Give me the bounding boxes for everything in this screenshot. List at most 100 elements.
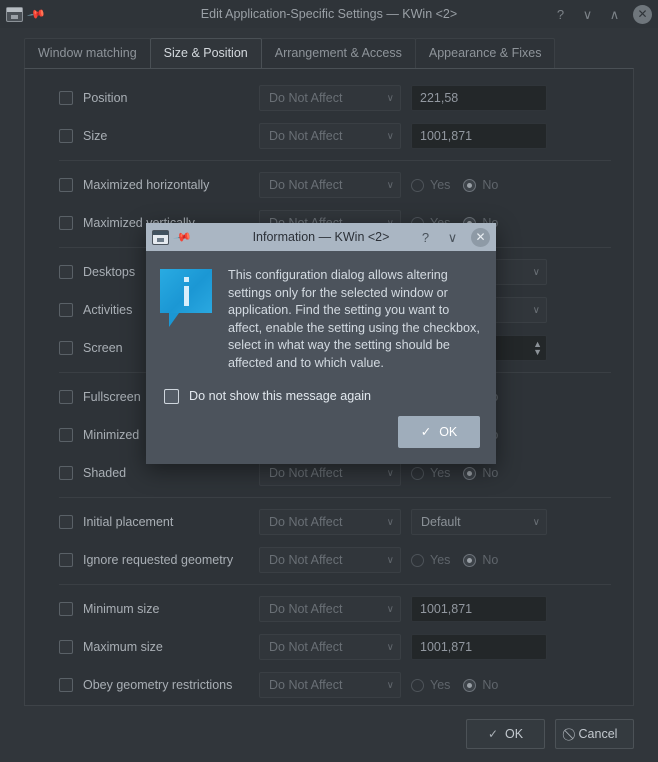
rule-combo-ignore-requested-geometry[interactable]: Do Not Affect ∨ — [259, 547, 401, 573]
dont-show-again-checkbox-row[interactable]: Do not show this message again — [146, 387, 496, 404]
tab-appearance-fixes[interactable]: Appearance & Fixes — [414, 38, 556, 68]
radio-yes-label: Yes — [430, 178, 451, 192]
help-icon[interactable]: ? — [417, 229, 434, 246]
rule-combo-minimum-size[interactable]: Do Not Affect ∨ — [259, 596, 401, 622]
rule-combo-size[interactable]: Do Not Affect ∨ — [259, 123, 401, 149]
titlebar-left-icons: 📌 — [6, 4, 96, 24]
window-icon[interactable] — [152, 229, 169, 245]
check-icon: ✓ — [420, 425, 432, 440]
info-icon-stem — [184, 286, 189, 306]
label-initial-placement: Initial placement — [83, 515, 174, 529]
chevron-down-icon: ∨ — [532, 304, 540, 316]
radio-group-shaded: Yes No — [411, 466, 547, 480]
value-text: Default — [421, 515, 461, 529]
rule-combo-value: Do Not Affect — [269, 515, 343, 529]
value-input-minimum-size[interactable]: 1001,871 — [411, 596, 547, 622]
radio-yes[interactable]: Yes — [411, 678, 450, 692]
rule-combo-shaded[interactable]: Do Not Affect ∨ — [259, 460, 401, 486]
radio-no[interactable]: No — [463, 178, 498, 192]
window-icon[interactable] — [6, 6, 23, 22]
checkbox-maximum-size[interactable] — [59, 640, 73, 654]
row-label-position: Position — [59, 91, 259, 105]
checkbox-position[interactable] — [59, 91, 73, 105]
information-dialog-footer: ✓ OK — [146, 404, 496, 464]
radio-yes-label: Yes — [430, 678, 451, 692]
row-position: Position Do Not Affect ∨ 221,58 — [59, 79, 611, 117]
close-icon[interactable]: ✕ — [471, 227, 490, 247]
minimize-icon[interactable]: ∨ — [579, 6, 596, 23]
radio-no-label: No — [482, 678, 499, 692]
row-label-maximum-size: Maximum size — [59, 640, 259, 654]
pin-icon[interactable]: 📌 — [172, 227, 192, 247]
chevron-down-icon: ∨ — [386, 554, 394, 566]
row-maximized-horizontally: Maximized horizontally Do Not Affect ∨ Y… — [59, 166, 611, 204]
row-label-maximized-horizontally: Maximized horizontally — [59, 178, 259, 192]
ok-button[interactable]: ✓ OK — [466, 719, 545, 749]
rule-combo-maximized-horizontally[interactable]: Do Not Affect ∨ — [259, 172, 401, 198]
checkbox-desktops[interactable] — [59, 265, 73, 279]
dont-show-again-checkbox[interactable] — [164, 388, 179, 404]
information-titlebar-buttons: ? ∨ ✕ — [417, 227, 490, 247]
checkbox-shaded[interactable] — [59, 466, 73, 480]
checkbox-maximized-horizontally[interactable] — [59, 178, 73, 192]
tab-window-matching[interactable]: Window matching — [24, 38, 151, 68]
value-input-maximum-size[interactable]: 1001,871 — [411, 634, 547, 660]
checkbox-activities[interactable] — [59, 303, 73, 317]
label-shaded: Shaded — [83, 466, 127, 480]
value-input-size[interactable]: 1001,871 — [411, 123, 547, 149]
rule-combo-initial-placement[interactable]: Do Not Affect ∨ — [259, 509, 401, 535]
value-input-position[interactable]: 221,58 — [411, 85, 547, 111]
rule-combo-obey-geometry-restrictions[interactable]: Do Not Affect ∨ — [259, 672, 401, 698]
radio-yes-label: Yes — [430, 553, 451, 567]
information-dialog-message: This configuration dialog allows alterin… — [228, 268, 480, 370]
maximize-icon[interactable]: ∧ — [606, 6, 623, 23]
radio-yes[interactable]: Yes — [411, 178, 450, 192]
spinner-arrows-icon[interactable]: ▲ ▼ — [533, 340, 542, 357]
row-label-initial-placement: Initial placement — [59, 515, 259, 529]
tab-size-position[interactable]: Size & Position — [149, 38, 262, 68]
checkbox-fullscreen[interactable] — [59, 390, 73, 404]
help-icon[interactable]: ? — [552, 6, 569, 23]
information-ok-button[interactable]: ✓ OK — [398, 415, 480, 448]
chevron-down-icon: ∨ — [386, 641, 394, 653]
info-icon-dot — [184, 277, 189, 282]
minimize-icon[interactable]: ∨ — [444, 229, 461, 246]
checkbox-initial-placement[interactable] — [59, 515, 73, 529]
close-icon[interactable]: ✕ — [633, 4, 652, 24]
radio-group-maximized-horizontally: Yes No — [411, 178, 547, 192]
information-titlebar-left-icons: 📌 — [152, 227, 242, 247]
checkbox-maximized-vertically[interactable] — [59, 216, 73, 230]
radio-group-ignore-requested-geometry: Yes No — [411, 553, 547, 567]
checkbox-screen[interactable] — [59, 341, 73, 355]
radio-no-label: No — [482, 178, 499, 192]
checkbox-minimized[interactable] — [59, 428, 73, 442]
checkbox-obey-geometry-restrictions[interactable] — [59, 678, 73, 692]
label-obey-geometry-restrictions: Obey geometry restrictions — [83, 678, 233, 692]
information-dialog-titlebar: 📌 Information — KWin <2> ? ∨ ✕ — [146, 223, 496, 251]
radio-no[interactable]: No — [463, 678, 498, 692]
rule-combo-maximum-size[interactable]: Do Not Affect ∨ — [259, 634, 401, 660]
checkbox-minimum-size[interactable] — [59, 602, 73, 616]
row-label-minimum-size: Minimum size — [59, 602, 259, 616]
radio-no-label: No — [482, 466, 499, 480]
tab-bar: Window matching Size & Position Arrangem… — [0, 28, 658, 68]
radio-yes[interactable]: Yes — [411, 466, 450, 480]
rule-combo-position[interactable]: Do Not Affect ∨ — [259, 85, 401, 111]
information-dialog: 📌 Information — KWin <2> ? ∨ ✕ This conf… — [146, 223, 496, 464]
tab-arrangement-access[interactable]: Arrangement & Access — [260, 38, 416, 68]
radio-no[interactable]: No — [463, 466, 498, 480]
label-position: Position — [83, 91, 128, 105]
row-initial-placement: Initial placement Do Not Affect ∨ Defaul… — [59, 503, 611, 541]
radio-no[interactable]: No — [463, 553, 498, 567]
rule-combo-value: Do Not Affect — [269, 602, 343, 616]
checkbox-size[interactable] — [59, 129, 73, 143]
chevron-down-icon: ∨ — [386, 467, 394, 479]
radio-yes[interactable]: Yes — [411, 553, 450, 567]
cancel-button[interactable]: ⃠ Cancel — [555, 719, 634, 749]
row-size: Size Do Not Affect ∨ 1001,871 — [59, 117, 611, 155]
radio-group-obey-geometry-restrictions: Yes No — [411, 678, 547, 692]
value-combo-initial-placement[interactable]: Default ∨ — [411, 509, 547, 535]
pin-icon[interactable]: 📌 — [26, 4, 46, 24]
checkbox-ignore-requested-geometry[interactable] — [59, 553, 73, 567]
info-bubble-icon — [160, 269, 212, 327]
